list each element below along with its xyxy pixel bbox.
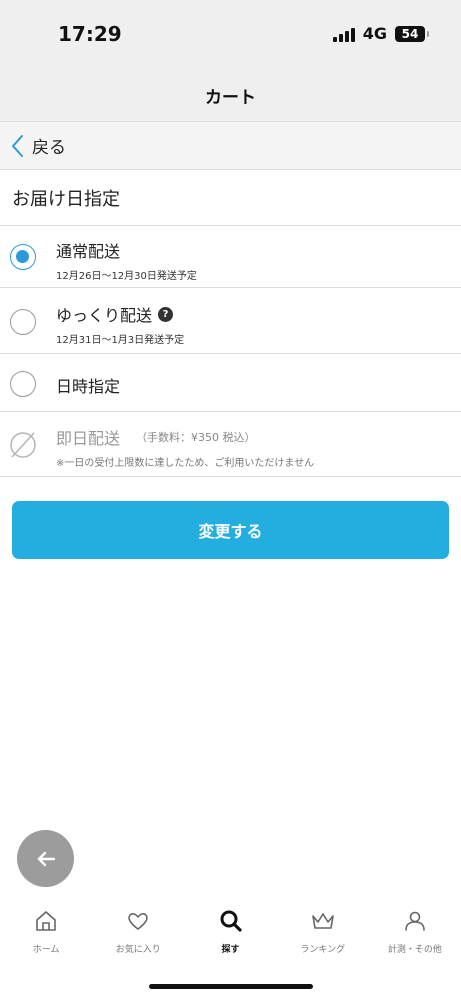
option-normal-delivery[interactable]: 通常配送 12月26日〜12月30日発送予定: [0, 226, 461, 288]
option-label: 日時指定: [56, 377, 121, 396]
help-icon[interactable]: ?: [158, 306, 174, 322]
option-text: 即日配送 （手数料：¥350 税込） ※一日の受付上限数に達したため、ご利用いた…: [56, 425, 314, 469]
option-same-day: 即日配送 （手数料：¥350 税込） ※一日の受付上限数に達したため、ご利用いた…: [0, 412, 461, 477]
floating-back-button[interactable]: [17, 830, 74, 887]
tab-measure-other[interactable]: 計測・その他: [369, 900, 461, 970]
status-time: 17:29: [58, 22, 122, 46]
option-date-time[interactable]: 日時指定: [0, 354, 461, 412]
radio-slow-delivery[interactable]: [10, 309, 36, 335]
tab-label: ランキング: [300, 945, 346, 955]
option-text: 日時指定: [56, 373, 120, 397]
unavailable-icon: [10, 432, 36, 458]
tab-home[interactable]: ホーム: [0, 900, 92, 970]
tab-label: お気に入り: [115, 945, 161, 955]
page-title: カート: [205, 88, 256, 108]
chevron-left-icon: [12, 134, 23, 157]
heart-icon: [125, 908, 151, 934]
radio-date-time[interactable]: [10, 371, 36, 397]
back-label: 戻る: [32, 138, 66, 158]
option-text: 通常配送 12月26日〜12月30日発送予定: [56, 238, 197, 282]
option-sub: 12月31日〜1月3日発送予定: [56, 335, 185, 346]
tab-label: 探す: [221, 945, 240, 955]
option-label: 通常配送: [56, 242, 121, 261]
crown-icon: [310, 908, 336, 934]
fee-label: （手数料：¥350 税込）: [136, 431, 256, 444]
option-sub: 12月26日〜12月30日発送予定: [56, 271, 197, 282]
home-indicator: [149, 984, 313, 989]
home-icon: [33, 908, 59, 934]
tab-search[interactable]: 探す: [184, 900, 276, 970]
status-indicators: 4G 54: [332, 24, 429, 43]
tab-favorites[interactable]: お気に入り: [92, 900, 184, 970]
network-label: 4G: [362, 24, 387, 43]
option-text: ゆっくり配送 ? 12月31日〜1月3日発送予定: [56, 302, 184, 346]
back-button[interactable]: 戻る: [0, 122, 461, 170]
tab-label: ホーム: [32, 945, 60, 955]
tab-label: 計測・その他: [387, 945, 442, 955]
option-label: 即日配送: [56, 429, 121, 448]
arrow-left-icon: [37, 851, 55, 866]
search-icon: [218, 908, 244, 934]
option-label: ゆっくり配送: [56, 306, 153, 325]
radio-normal-delivery[interactable]: [10, 244, 36, 270]
change-button[interactable]: 変更する: [12, 501, 449, 559]
tab-bar: ホーム お気に入り 探す ランキング 計測・その他: [0, 900, 461, 970]
option-label-row: 即日配送 （手数料：¥350 税込）: [56, 425, 314, 449]
status-bar: 17:29 4G 54: [0, 0, 461, 70]
tab-ranking[interactable]: ランキング: [277, 900, 369, 970]
battery-icon: 54: [395, 25, 429, 42]
person-icon: [402, 908, 428, 934]
option-sub: ※一日の受付上限数に達したため、ご利用いただけません: [56, 458, 315, 469]
option-label-row: ゆっくり配送 ?: [56, 302, 184, 326]
battery-level: 54: [401, 26, 419, 41]
nav-header: カート: [0, 70, 461, 122]
signal-icon: [332, 26, 355, 42]
section-title: お届け日指定: [0, 170, 461, 226]
option-slow-delivery[interactable]: ゆっくり配送 ? 12月31日〜1月3日発送予定: [0, 288, 461, 354]
